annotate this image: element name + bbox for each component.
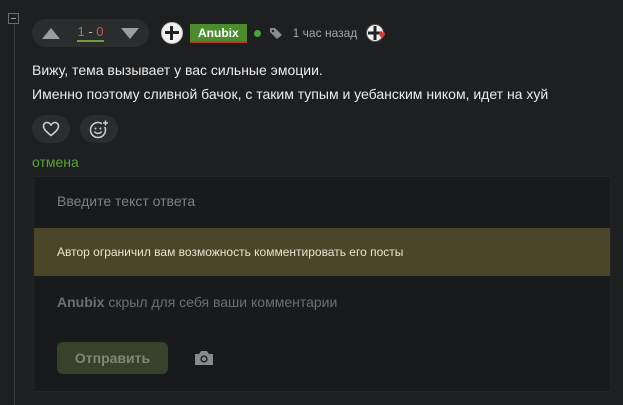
- badge-icon: [366, 24, 386, 42]
- collapse-thread-button[interactable]: [8, 13, 19, 24]
- author-name[interactable]: Anubix: [190, 23, 247, 43]
- comment-header: 1 - 0 Anubix 1 час назад: [32, 19, 387, 47]
- cancel-link[interactable]: отмена: [32, 154, 79, 170]
- comment-line: Именно поэтому сливной бачок, с таким ту…: [32, 86, 549, 102]
- add-reaction-button[interactable]: [80, 115, 118, 143]
- comment-body: Вижу, тема вызывает у вас сильные эмоции…: [32, 58, 548, 106]
- camera-icon[interactable]: [194, 349, 214, 367]
- thread-line: [14, 24, 15, 405]
- restriction-text: Автор ограничил вам возможность комменти…: [57, 245, 404, 259]
- like-button[interactable]: [32, 115, 70, 143]
- reply-form: Введите текст ответа Автор ограничил вам…: [33, 176, 611, 392]
- reaction-bar: [32, 115, 118, 143]
- rating-bar: [77, 40, 104, 42]
- upvote-icon[interactable]: [42, 27, 60, 39]
- avatar[interactable]: [161, 22, 183, 44]
- hidden-note-user[interactable]: Anubix: [57, 294, 104, 310]
- restriction-notice: Автор ограничил вам возможность комменти…: [34, 228, 610, 276]
- rating-separator: -: [84, 24, 97, 39]
- emoji-add-icon: [89, 120, 109, 139]
- rating-score: 1 - 0: [77, 24, 104, 42]
- heart-icon: [42, 121, 60, 137]
- online-status-dot: [253, 29, 261, 37]
- rating-minus: 0: [96, 24, 104, 39]
- rating-plus: 1: [77, 24, 85, 39]
- hidden-comments-note: Anubix скрыл для себя ваши комментарии: [57, 294, 337, 310]
- tag-icon[interactable]: [269, 26, 283, 40]
- comment-time[interactable]: 1 час назад: [293, 26, 358, 40]
- hidden-note-text: скрыл для себя ваши комментарии: [104, 294, 338, 310]
- comment-line: Вижу, тема вызывает у вас сильные эмоции…: [32, 62, 323, 78]
- downvote-icon[interactable]: [121, 27, 139, 39]
- send-button[interactable]: Отправить: [57, 342, 168, 374]
- reply-input[interactable]: Введите текст ответа: [57, 193, 195, 209]
- rating-widget: 1 - 0: [32, 19, 149, 47]
